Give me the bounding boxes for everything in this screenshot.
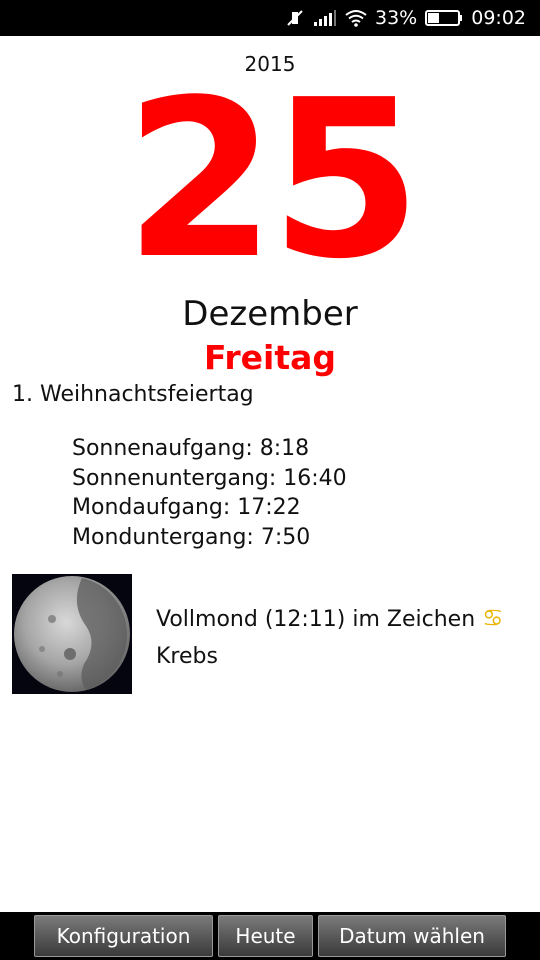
- sunset-time: Sonnenuntergang: 16:40: [72, 465, 347, 491]
- battery-icon: [425, 9, 463, 27]
- choose-date-button[interactable]: Datum wählen: [318, 915, 506, 957]
- today-button[interactable]: Heute: [218, 915, 313, 957]
- moonrise-time: Mondaufgang: 17:22: [72, 495, 301, 520]
- month-label: Dezember: [182, 294, 358, 334]
- moon-phase-text: Vollmond (12:11) im Zeichen ♋ Krebs: [156, 600, 526, 675]
- mute-icon: [285, 8, 305, 28]
- battery-percent: 33%: [375, 7, 418, 29]
- clock: 09:02: [471, 7, 526, 29]
- day-number: 25: [124, 54, 421, 307]
- weekday-label: Freitag: [203, 338, 337, 377]
- sunrise-time: Sonnenaufgang: 8:18: [72, 436, 310, 461]
- sun-moon-times: Sonnenaufgang: 8:18 Sonnenuntergang: 16:…: [72, 434, 347, 552]
- wifi-icon: [345, 9, 367, 27]
- status-bar: 33% 09:02: [0, 0, 540, 36]
- signal-icon: [313, 9, 337, 27]
- cancer-zodiac-icon: ♋: [482, 604, 504, 632]
- bottom-toolbar: Konfiguration Heute Datum wählen: [0, 912, 540, 960]
- config-button[interactable]: Konfiguration: [34, 915, 213, 957]
- moon-phase-image: [12, 574, 132, 694]
- moonset-time: Monduntergang: 7:50: [72, 524, 311, 550]
- moon-phase-label: Vollmond (12:11) im Zeichen: [156, 607, 476, 632]
- holiday-label: 1. Weihnachtsfeiertag: [12, 382, 254, 407]
- zodiac-name: Krebs: [156, 644, 218, 669]
